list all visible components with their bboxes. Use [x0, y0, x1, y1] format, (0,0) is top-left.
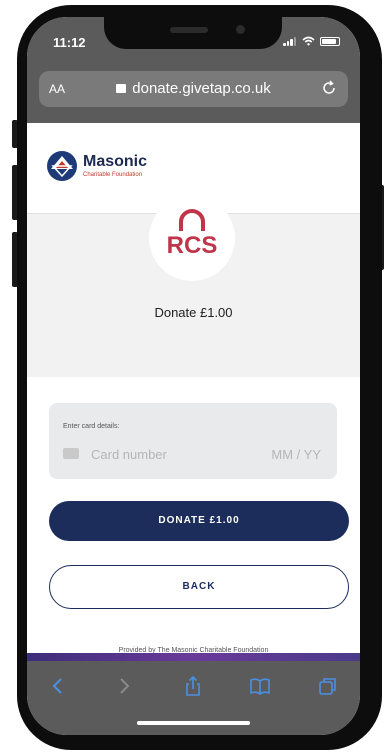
donate-button[interactable]: DONATE £1.00 [49, 501, 349, 541]
status-icons [283, 36, 340, 46]
lock-icon [116, 84, 127, 93]
browser-top-chrome: 11:12 AA donate.givetap.co.uk [27, 17, 360, 123]
back-icon[interactable] [47, 675, 69, 697]
tabs-icon[interactable] [317, 675, 339, 697]
signal-icon [283, 36, 297, 46]
rcs-logo-icon: RCS [167, 209, 218, 259]
phone-screen: 11:12 AA donate.givetap.co.uk Masonic Ch… [27, 17, 360, 735]
phone-frame: 11:12 AA donate.givetap.co.uk Masonic Ch… [17, 5, 382, 750]
browser-toolbar [27, 661, 360, 735]
speaker [170, 27, 208, 33]
donation-amount-heading: Donate £1.00 [154, 305, 233, 320]
credit-card-icon [63, 448, 79, 459]
brand-stripe [27, 653, 360, 661]
card-expiry-input[interactable]: MM / YY [271, 447, 321, 462]
card-number-input[interactable]: Card number [91, 447, 167, 462]
home-indicator[interactable] [137, 721, 250, 725]
card-details-label: Enter card details: [63, 423, 120, 430]
battery-icon [320, 36, 340, 46]
back-button[interactable]: BACK [49, 565, 349, 609]
notch [104, 17, 282, 49]
bookmarks-icon[interactable] [249, 675, 271, 697]
org-logo: Masonic Charitable Foundation [47, 151, 147, 181]
masonic-emblem-icon [47, 151, 77, 181]
rcs-badge: RCS [149, 195, 235, 281]
url-display[interactable]: donate.givetap.co.uk [39, 80, 348, 97]
camera [236, 25, 245, 34]
url-text: donate.givetap.co.uk [132, 80, 271, 97]
wifi-icon [302, 36, 315, 46]
forward-icon[interactable] [113, 675, 135, 697]
share-icon[interactable] [182, 675, 204, 697]
donation-page: Masonic Charitable Foundation RCS Donate… [27, 123, 360, 654]
address-bar[interactable]: AA donate.givetap.co.uk [39, 71, 348, 107]
status-time: 11:12 [53, 35, 86, 50]
card-details-panel: Enter card details: Card number MM / YY [49, 403, 337, 479]
org-title: Masonic [83, 153, 148, 170]
reload-icon[interactable] [320, 79, 338, 97]
org-subtitle: Charitable Foundation [83, 172, 143, 178]
org-name: Masonic Charitable Foundation [83, 153, 148, 179]
svg-text:RCS: RCS [167, 232, 218, 259]
device-screenshot: 11:12 AA donate.givetap.co.uk Masonic Ch… [0, 0, 390, 753]
